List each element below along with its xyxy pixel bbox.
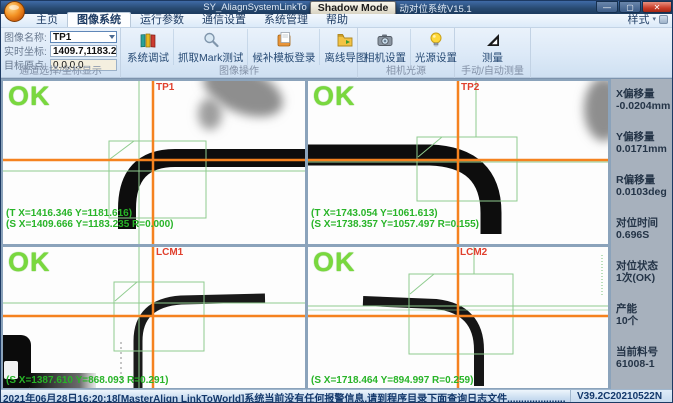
source-coords: (S X=1738.357 Y=1057.497 R=0.155) xyxy=(311,219,479,230)
tab-comm-settings[interactable]: 通信设置 xyxy=(193,13,255,27)
clipboard-icon xyxy=(275,30,293,49)
app-orb-icon[interactable] xyxy=(4,1,25,22)
magnifier-icon xyxy=(202,30,220,49)
camera-grid: OK TP1 (T X=1416.346 Y=1181.616) (S X=14… xyxy=(1,78,673,389)
align-time: 对位时间 0.696S xyxy=(616,217,673,241)
system-debug-button[interactable]: 系统调试 xyxy=(123,29,174,65)
group-measure: 测量 手动/自动测量 xyxy=(455,28,531,78)
tab-run-params[interactable]: 运行参数 xyxy=(131,13,193,27)
status-ok: OK xyxy=(8,81,51,111)
group-camera-light: 相机设置 光源设置 相机光源 xyxy=(358,28,455,78)
status-ok: OK xyxy=(313,81,356,111)
measure-button[interactable]: 测量 xyxy=(478,29,507,65)
app-window: SY_AliagnSystemLinkTo Shadow Mode 动对位系统V… xyxy=(0,0,673,403)
template-register-button[interactable]: 候补模板登录 xyxy=(248,29,320,65)
group-channel-coords: 图像名称: TP1 实时坐标: 1409.7,1183.2 目标原点: 0.0,… xyxy=(1,28,121,78)
tab-home[interactable]: 主页 xyxy=(27,13,67,27)
light-settings-button[interactable]: 光源设置 xyxy=(411,29,461,65)
ribbon: 图像名称: TP1 实时坐标: 1409.7,1183.2 目标原点: 0.0,… xyxy=(1,28,673,78)
camera-label: LCM2 xyxy=(460,247,487,258)
camera-icon xyxy=(376,30,394,49)
measurement-panel: X偏移量 -0.0204mm Y偏移量 0.0171mm R偏移量 0.0103… xyxy=(611,79,673,390)
source-coords: (S X=1409.666 Y=1183.235 R=0.000) xyxy=(6,219,173,230)
y-offset: Y偏移量 0.0171mm xyxy=(616,131,673,155)
version-label: V39.2C20210522N xyxy=(570,390,673,403)
chevron-down-icon xyxy=(109,35,115,39)
style-options-icon[interactable] xyxy=(659,15,668,24)
camera-view-lcm2[interactable]: OK LCM2 (S X=1718.464 Y=894.997 R=0.259) xyxy=(308,247,608,388)
window-title-suffix: 动对位系统V15.1 xyxy=(399,1,471,15)
window-title-prefix: SY_AliagnSystemLinkTo xyxy=(203,2,307,13)
group-caption: 通道选择/坐标显示 xyxy=(1,62,120,77)
style-menu[interactable]: 样式 xyxy=(627,11,649,27)
tab-image-system[interactable]: 图像系统 xyxy=(67,12,131,27)
align-status: 对位状态 1次(OK) xyxy=(616,260,673,284)
camera-settings-button[interactable]: 相机设置 xyxy=(360,29,411,65)
menubar: 主页 图像系统 运行参数 通信设置 系统管理 帮助 样式 ▾ xyxy=(1,14,673,28)
camera-label: TP2 xyxy=(461,82,479,93)
image-name-select[interactable]: TP1 xyxy=(50,31,117,43)
set-square-icon xyxy=(484,30,502,49)
tab-system-mgmt[interactable]: 系统管理 xyxy=(255,13,317,27)
image-name-label: 图像名称: xyxy=(4,29,50,44)
source-coords: (S X=1387.610 Y=868.093 R=0.291) xyxy=(6,375,168,386)
camera-view-lcm1[interactable]: OK LCM1 (S X=1387.610 Y=868.093 R=0.291) xyxy=(3,247,305,388)
r-offset: R偏移量 0.0103deg xyxy=(616,174,673,198)
folder-icon xyxy=(336,30,354,49)
status-ok: OK xyxy=(313,247,356,277)
group-caption: 图像操作 xyxy=(121,62,357,77)
group-image-operations: 系统调试 抓取Mark测试 xyxy=(121,28,358,78)
realtime-coord-label: 实时坐标: xyxy=(4,43,50,58)
x-offset: X偏移量 -0.0204mm xyxy=(616,88,673,112)
target-coords: (T X=1416.346 Y=1181.616) xyxy=(6,208,132,219)
realtime-coord-field[interactable]: 1409.7,1183.2 xyxy=(50,45,117,57)
target-coords: (T X=1743.054 Y=1061.613) xyxy=(311,208,438,219)
tab-help[interactable]: 帮助 xyxy=(317,13,357,27)
minimize-button[interactable]: — xyxy=(596,1,618,13)
camera-view-tp2[interactable]: OK TP2 (T X=1743.054 Y=1061.613) (S X=17… xyxy=(308,81,608,244)
grab-mark-test-button[interactable]: 抓取Mark测试 xyxy=(174,29,248,65)
group-empty xyxy=(531,28,673,78)
chevron-down-icon: ▾ xyxy=(652,15,656,23)
books-icon xyxy=(139,30,157,49)
light-bulb-icon xyxy=(427,30,445,49)
current-part-number: 当前料号 61008-1 xyxy=(616,346,673,370)
group-caption: 相机光源 xyxy=(358,62,454,77)
throughput: 产能 10个 xyxy=(616,303,673,327)
camera-label: TP1 xyxy=(156,82,174,93)
group-caption: 手动/自动测量 xyxy=(455,62,530,77)
camera-label: LCM1 xyxy=(156,247,183,258)
statusbar: 2021年06月28日16:20:18[MasterAlign LinkToWo… xyxy=(1,389,673,403)
status-message: 2021年06月28日16:20:18[MasterAlign LinkToWo… xyxy=(1,390,570,403)
source-coords: (S X=1718.464 Y=894.997 R=0.259) xyxy=(311,375,473,386)
status-ok: OK xyxy=(8,247,51,277)
camera-view-tp1[interactable]: OK TP1 (T X=1416.346 Y=1181.616) (S X=14… xyxy=(3,81,305,244)
